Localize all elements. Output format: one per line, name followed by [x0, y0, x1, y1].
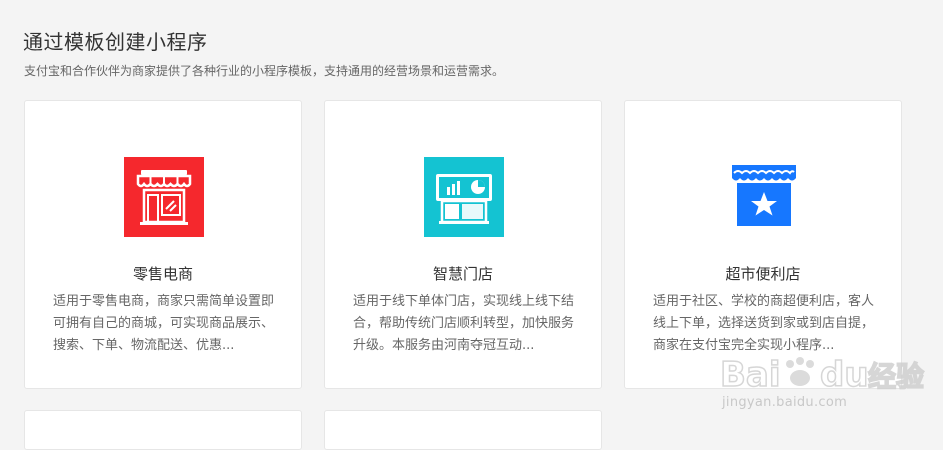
card-description: 适用于零售电商，商家只需简单设置即可拥有自己的商城，可实现商品展示、搜索、下单、…	[53, 294, 275, 353]
card-title: 零售电商	[132, 265, 193, 283]
card-description: 适用于线下单体门店，实现线上线下结合，帮助传统门店顺利转型，加快服务升级。本服务…	[353, 294, 575, 353]
page-subtitle: 支付宝和合作伙伴为商家提供了各种行业的小程序模板，支持通用的经营场景和运营需求。	[24, 64, 505, 78]
page-title: 通过模板创建小程序	[23, 30, 208, 54]
svg-text:经验: 经验	[868, 360, 924, 393]
star-shop-icon	[724, 157, 804, 237]
watermark-url: jingyan.baidu.com	[722, 395, 848, 410]
template-card-supermarket[interactable]: 超市便利店 适用于社区、学校的商超便利店，客人线上下单，选择送货到家或到店自提，…	[624, 100, 902, 389]
template-card-row2-2[interactable]	[324, 410, 602, 450]
template-card-smart-store[interactable]: 智慧门店 适用于线下单体门店，实现线上线下结合，帮助传统门店顺利转型，加快服务升…	[324, 100, 602, 389]
storefront-icon	[124, 157, 204, 237]
smart-store-chart-icon	[424, 157, 504, 237]
template-card-row2-1[interactable]	[24, 410, 302, 450]
svg-text:Bai: Bai	[720, 355, 781, 395]
svg-text:du: du	[820, 355, 869, 395]
card-title: 智慧门店	[432, 265, 493, 283]
template-card-retail[interactable]: 零售电商 适用于零售电商，商家只需简单设置即可拥有自己的商城，可实现商品展示、搜…	[24, 100, 302, 389]
card-title: 超市便利店	[725, 265, 801, 283]
